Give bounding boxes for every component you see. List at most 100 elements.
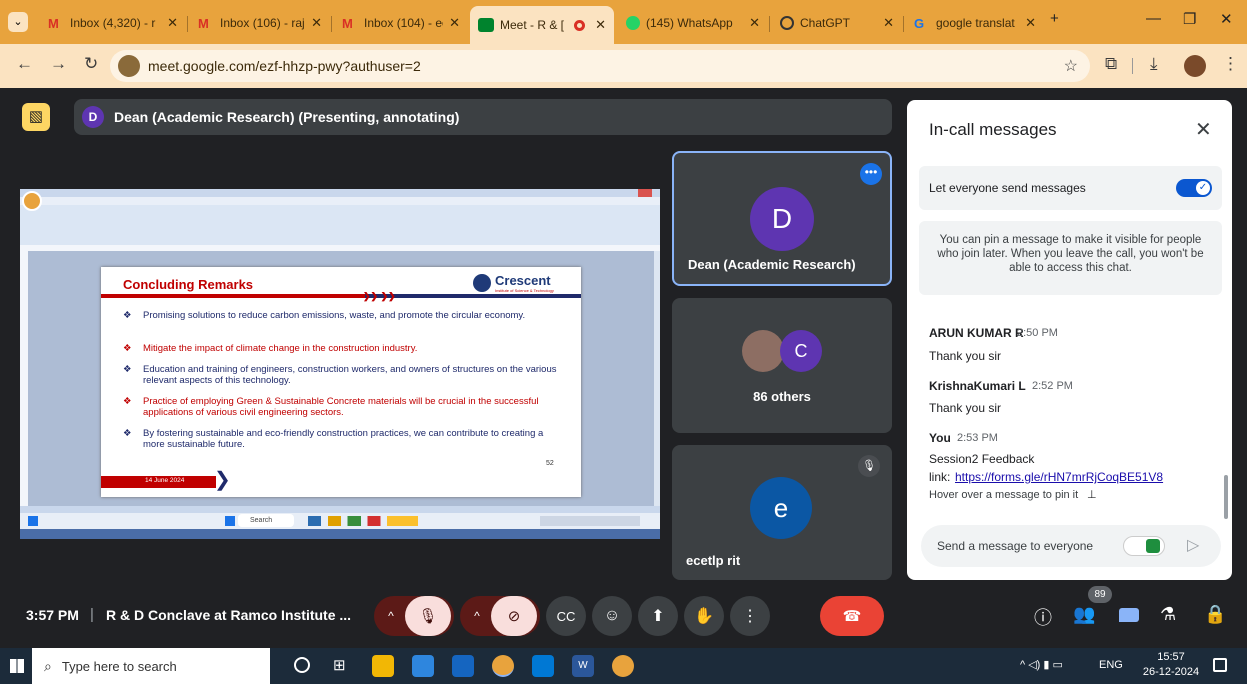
- windows-start-icon[interactable]: [10, 659, 24, 673]
- mail-icon[interactable]: [452, 655, 474, 677]
- close-tab-icon[interactable]: ✕: [749, 15, 760, 31]
- browser-tab[interactable]: (145) WhatsApp ✕: [618, 8, 768, 38]
- emoji-icon[interactable]: ☺: [592, 596, 632, 636]
- close-tab-icon[interactable]: ✕: [167, 15, 178, 31]
- message-text: Thank you sir: [929, 401, 1002, 415]
- back-icon[interactable]: ←: [16, 54, 33, 74]
- allow-messages-toggle[interactable]: ✓: [1176, 179, 1212, 197]
- participant-tile-ecetlp[interactable]: 🎙 e ecetlp rit: [672, 445, 892, 580]
- profile-avatar[interactable]: [1184, 55, 1206, 77]
- camera-options-chevron-icon[interactable]: ^: [463, 609, 491, 623]
- download-icon[interactable]: ⤓: [1150, 54, 1158, 74]
- slide: Concluding Remarks Crescent Institute of…: [101, 267, 581, 497]
- participant-tile-dean[interactable]: ••• D Dean (Academic Research): [672, 151, 892, 286]
- extensions-icon[interactable]: ⧉: [1105, 54, 1117, 74]
- ppt-close-icon: [638, 189, 652, 197]
- restore-icon[interactable]: ❐: [1183, 10, 1196, 28]
- close-chat-icon[interactable]: ✕: [1195, 117, 1212, 142]
- ppt-status-bar: [20, 506, 660, 513]
- pin-icon[interactable]: ⊥: [1087, 488, 1097, 501]
- cortana-icon[interactable]: [294, 657, 310, 673]
- close-tab-icon[interactable]: ✕: [311, 15, 322, 31]
- presenter-banner: D Dean (Academic Research) (Presenting, …: [74, 99, 892, 135]
- chrome-profile-icon[interactable]: [612, 655, 634, 677]
- people-icon[interactable]: 👥: [1073, 604, 1095, 625]
- muted-mic-icon: 🎙: [858, 455, 880, 477]
- taskbar-search[interactable]: ⌕ Type here to search: [32, 648, 270, 684]
- browser-tab[interactable]: G google translat ✕: [906, 8, 1044, 38]
- chat-icon[interactable]: [1119, 608, 1139, 622]
- task-view-icon[interactable]: ⊞: [333, 656, 346, 674]
- browser-tab[interactable]: ChatGPT ✕: [772, 8, 902, 38]
- chatgpt-icon: [780, 16, 794, 30]
- leave-call-button[interactable]: ☎: [820, 596, 884, 636]
- slide-footer-bar: 14 June 2024: [101, 476, 216, 488]
- mic-off-icon[interactable]: 🎙: [405, 596, 451, 636]
- browser-tab[interactable]: M Inbox (104) - ec ✕: [334, 8, 468, 38]
- chat-input[interactable]: Send a message to everyone ▷: [921, 525, 1221, 567]
- new-tab-button[interactable]: +: [1050, 10, 1059, 27]
- camera-control[interactable]: ^ ⊘: [460, 596, 540, 636]
- bookmark-star-icon[interactable]: ☆: [1064, 56, 1078, 76]
- notifications-icon[interactable]: [1213, 658, 1227, 672]
- browser-menu-icon[interactable]: ⋮: [1222, 54, 1239, 74]
- photos-icon[interactable]: [532, 655, 554, 677]
- more-options-icon[interactable]: ⋮: [730, 596, 770, 636]
- taskbar-clock[interactable]: 15:57 26-12-2024: [1140, 650, 1202, 680]
- shared-start-icon: [28, 516, 38, 526]
- slide-bullet: ❖ Mitigate the impact of climate change i…: [123, 343, 418, 354]
- browser-tab-strip: ⌄ M Inbox (4,320) - r ✕ M Inbox (106) - …: [0, 0, 1247, 44]
- participant-tile-others[interactable]: C 86 others: [672, 298, 892, 433]
- footer-arrow: ❯: [214, 469, 231, 491]
- search-icon: ⌕: [44, 657, 52, 674]
- send-icon[interactable]: ▷: [1187, 535, 1199, 555]
- camera-off-icon[interactable]: ⊘: [491, 596, 537, 636]
- close-tab-icon[interactable]: ✕: [1025, 15, 1036, 31]
- host-controls-icon[interactable]: 🔒: [1204, 604, 1226, 625]
- browser-tab[interactable]: M Inbox (4,320) - r ✕: [40, 8, 186, 38]
- chat-scrollbar[interactable]: [1224, 475, 1228, 519]
- message-sender: KrishnaKumari L: [929, 379, 1026, 393]
- tab-search-button[interactable]: ⌄: [8, 12, 28, 32]
- slide-bullet: ❖ Practice of employing Green & Sustainab…: [123, 396, 539, 418]
- mic-control[interactable]: ^ 🎙: [374, 596, 454, 636]
- divider-arrows: ❯❯ ❯❯: [363, 291, 396, 301]
- forward-icon[interactable]: →: [50, 54, 67, 74]
- language-indicator[interactable]: ENG: [1099, 659, 1123, 671]
- mic-options-chevron-icon[interactable]: ^: [377, 609, 405, 623]
- chrome-icon[interactable]: [492, 655, 514, 677]
- browser-toolbar: ← → ↻ meet.google.com/ezf-hhzp-pwy?authu…: [0, 44, 1247, 88]
- url-text: meet.google.com/ezf-hhzp-pwy?authuser=2: [148, 58, 421, 74]
- raise-hand-icon[interactable]: ✋: [684, 596, 724, 636]
- system-tray-icons[interactable]: ^ ◁) ▮ ▭: [1020, 658, 1063, 671]
- office-button-icon: [22, 191, 42, 211]
- ppt-vertical-ruler: [20, 251, 28, 506]
- more-options-icon[interactable]: •••: [860, 163, 882, 185]
- message-text: Session2 Feedback: [929, 452, 1035, 466]
- close-tab-icon[interactable]: ✕: [883, 15, 894, 31]
- ai-suggest-button[interactable]: [1123, 536, 1165, 556]
- shared-taskbar: Search: [20, 513, 660, 529]
- message-sender: ARUN KUMAR R: [929, 326, 1024, 340]
- word-icon[interactable]: W: [572, 655, 594, 677]
- address-bar[interactable]: meet.google.com/ezf-hhzp-pwy?authuser=2 …: [110, 50, 1090, 82]
- presentation-icon[interactable]: ▧: [22, 103, 50, 131]
- close-tab-icon[interactable]: ✕: [595, 17, 606, 33]
- site-info-icon[interactable]: [118, 55, 140, 77]
- file-explorer-icon[interactable]: [372, 655, 394, 677]
- gmail-icon: M: [198, 16, 209, 31]
- meeting-info-icon[interactable]: ⓘ: [1034, 604, 1052, 630]
- present-screen-icon[interactable]: ⬆: [638, 596, 678, 636]
- reload-icon[interactable]: ↻: [84, 54, 98, 74]
- close-tab-icon[interactable]: ✕: [449, 15, 460, 31]
- suggest-icon: [1146, 539, 1160, 553]
- minimize-icon[interactable]: —: [1146, 10, 1161, 27]
- browser-tab-active[interactable]: Meet - R & [ ✕: [470, 6, 614, 44]
- close-window-icon[interactable]: ✕: [1220, 10, 1233, 28]
- captions-icon[interactable]: CC: [546, 596, 586, 636]
- browser-tab[interactable]: M Inbox (106) - raj ✕: [190, 8, 330, 38]
- store-icon[interactable]: [412, 655, 434, 677]
- message-time: 2:52 PM: [1032, 380, 1073, 392]
- feedback-link[interactable]: https://forms.gle/rHN7mrRjCoqBE51V8: [955, 470, 1163, 484]
- activities-icon[interactable]: ⚗: [1160, 604, 1176, 625]
